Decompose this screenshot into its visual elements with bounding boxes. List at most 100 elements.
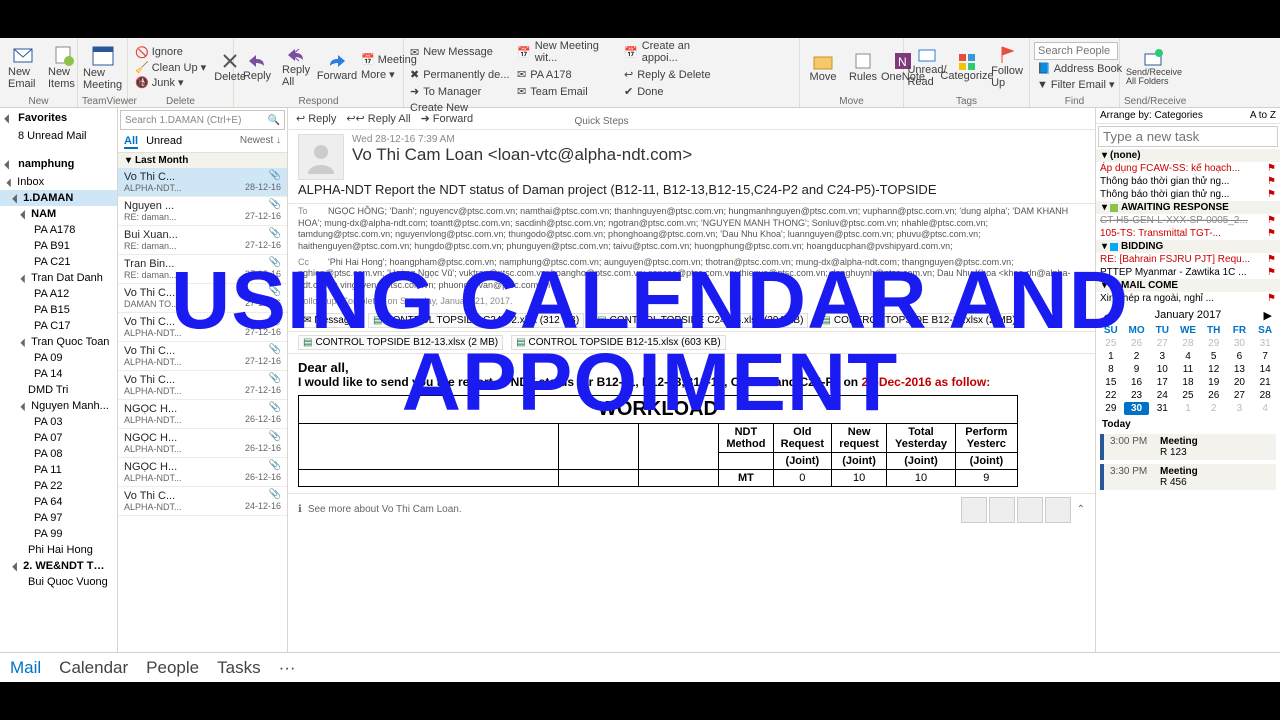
new-email-button[interactable]: New Email [4, 42, 42, 92]
quick-step-item[interactable]: ✖Permanently de... [408, 67, 513, 82]
search-people-input[interactable] [1034, 42, 1118, 60]
task-item[interactable]: Áp dụng FCAW-SS: kế hoạch...⚑ [1096, 162, 1280, 175]
rules-button[interactable]: Rules [844, 49, 882, 85]
task-item[interactable]: CT-H5-GEN-L-XXX-SP-0005_2...⚑ [1096, 214, 1280, 227]
followup-button[interactable]: Follow Up [988, 43, 1026, 91]
move-button[interactable]: Move [804, 49, 842, 85]
forward-button[interactable]: Forward [318, 50, 356, 84]
flag-icon[interactable]: ⚑ [1267, 215, 1276, 226]
filter-email-button[interactable]: ▼Filter Email ▾ [1034, 77, 1125, 92]
unread-read-button[interactable]: Unread/ Read [908, 44, 946, 90]
task-item[interactable]: Xin phép ra ngoài, nghỉ ...⚑ [1096, 292, 1280, 305]
folder-item[interactable]: PA 99 [0, 526, 117, 542]
quick-step-item[interactable]: 📅Create an appoi... [622, 39, 727, 65]
task-group-awaiting[interactable]: AWAITING RESPONSE [1121, 202, 1229, 213]
flag-icon[interactable]: ⚑ [1267, 293, 1276, 304]
folder-wendt[interactable]: 2. WE&NDT TEAM [0, 558, 117, 574]
folder-1daman[interactable]: 1.DAMAN [0, 190, 117, 206]
folder-item[interactable]: PA C21 [0, 254, 117, 270]
expand-icon[interactable]: ⌃ [1077, 504, 1085, 515]
reply-link[interactable]: ↩Reply [296, 112, 336, 125]
forward-link[interactable]: ➜Forward [421, 112, 474, 125]
tab-unread[interactable]: Unread [146, 135, 182, 149]
tab-all[interactable]: All [124, 135, 138, 149]
nav-people[interactable]: People [146, 658, 199, 678]
task-item[interactable]: Thông báo thời gian thử ng...⚑ [1096, 175, 1280, 188]
reply-button[interactable]: Reply [238, 50, 276, 84]
folder-item[interactable]: PA 64 [0, 494, 117, 510]
message-list-item[interactable]: Vo Thi C...DAMAN TO...27-12-16📎 [118, 284, 287, 313]
ignore-button[interactable]: 🚫Ignore [132, 45, 209, 60]
folder-item[interactable]: PA A178 [0, 222, 117, 238]
message-list-item[interactable]: NGỌC H...ALPHA-NDT...26-12-16📎 [118, 400, 287, 429]
send-receive-button[interactable]: Send/Receive All Folders [1124, 46, 1184, 88]
folder-item[interactable]: PA C17 [0, 318, 117, 334]
attachment-message[interactable]: ✉Message [298, 313, 360, 328]
flag-icon[interactable]: ⚑ [1267, 189, 1276, 200]
nav-mail[interactable]: Mail [10, 658, 41, 678]
attachment-item[interactable]: ▤CONTROL TOPSIDE C24-P5.xlsx (294 KB) [592, 313, 808, 328]
message-list-item[interactable]: Bui Xuan...RE: daman...27-12-16📎 [118, 226, 287, 255]
message-list-item[interactable]: NGỌC H...ALPHA-NDT...26-12-16📎 [118, 458, 287, 487]
message-list-item[interactable]: Vo Thi C...ALPHA-NDT...24-12-16📎 [118, 487, 287, 516]
message-list-item[interactable]: Vo Thi C...ALPHA-NDT...28-12-16📎 [118, 168, 287, 197]
task-group-mailcome[interactable]: MAIL COME [1121, 280, 1178, 291]
quick-step-item[interactable]: ✉New Message [408, 45, 513, 60]
task-group-bidding[interactable]: BIDDING [1121, 241, 1163, 252]
folder-item[interactable]: PA 14 [0, 366, 117, 382]
message-list-item[interactable]: NGỌC H...ALPHA-NDT...26-12-16📎 [118, 429, 287, 458]
flag-icon[interactable]: ⚑ [1267, 254, 1276, 265]
message-list-item[interactable]: Vo Thi C...ALPHA-NDT...27-12-16📎 [118, 313, 287, 342]
flag-icon[interactable]: ⚑ [1267, 228, 1276, 239]
appointment-item[interactable]: 3:00 PMMeetingR 123 [1100, 434, 1276, 460]
folder-item[interactable]: PA B91 [0, 238, 117, 254]
message-list-item[interactable]: Vo Thi C...ALPHA-NDT...27-12-16📎 [118, 371, 287, 400]
folder-tranquoctoan[interactable]: Tran Quoc Toan [0, 334, 117, 350]
nav-more[interactable]: ··· [279, 658, 296, 678]
account-root[interactable]: namphung [0, 154, 117, 174]
arrange-by[interactable]: Arrange by: Categories [1100, 110, 1203, 121]
folder-dmdtri[interactable]: DMD Tri [0, 382, 117, 398]
folder-item[interactable]: PA 09 [0, 350, 117, 366]
task-item[interactable]: Thông báo thời gian thử ng...⚑ [1096, 188, 1280, 201]
attachment-item[interactable]: ▤CONTROL TOPSIDE C24-P2.xlsx (312 KB) [368, 313, 584, 328]
reply-all-button[interactable]: Reply All [278, 44, 316, 90]
quick-step-item[interactable]: ✉Team Email [515, 84, 620, 99]
cal-next-button[interactable]: ▶ [1264, 309, 1272, 322]
date-group-header[interactable]: ▾Last Month [118, 153, 287, 168]
sort-order[interactable]: A to Z [1250, 110, 1276, 121]
folder-item[interactable]: PA 08 [0, 446, 117, 462]
folder-trandatdanh[interactable]: Tran Dat Danh [0, 270, 117, 286]
quick-step-item[interactable]: ✉PA A178 [515, 67, 620, 82]
folder-item[interactable]: PA 07 [0, 430, 117, 446]
people-pane-info[interactable]: See more about Vo Thi Cam Loan. [308, 504, 462, 515]
attachment-item[interactable]: ▤CONTROL TOPSIDE B12-13.xlsx (2 MB) [298, 335, 503, 350]
task-item[interactable]: PTTEP Myanmar - Zawtika 1C ...⚑ [1096, 266, 1280, 279]
cleanup-button[interactable]: 🧹Clean Up ▾ [132, 60, 209, 75]
message-list-item[interactable]: Nguyen ...RE: daman...27-12-16📎 [118, 197, 287, 226]
quick-steps-gallery[interactable]: ✉New Message 📅New Meeting wit... 📅Create… [408, 39, 795, 115]
folder-buiquocvuong[interactable]: Bui Quoc Vuong [0, 574, 117, 590]
flag-icon[interactable]: ⚑ [1267, 267, 1276, 278]
unread-mail-folder[interactable]: 8 Unread Mail [0, 128, 117, 144]
folder-phihaihong[interactable]: Phi Hai Hong [0, 542, 117, 558]
nav-tasks[interactable]: Tasks [217, 658, 260, 678]
categorize-button[interactable]: Categorize [948, 50, 986, 84]
folder-item[interactable]: PA A12 [0, 286, 117, 302]
flag-icon[interactable]: ⚑ [1267, 163, 1276, 174]
cal-prev-button[interactable]: ◀ [1104, 309, 1112, 322]
new-meeting-button[interactable]: New Meeting [82, 41, 123, 93]
appointment-item[interactable]: 3:30 PMMeetingR 456 [1100, 464, 1276, 490]
folder-nguyenmanh[interactable]: Nguyen Manh... [0, 398, 117, 414]
address-book-button[interactable]: 📘Address Book [1034, 61, 1125, 76]
folder-item[interactable]: PA 97 [0, 510, 117, 526]
favorites-header[interactable]: Favorites [0, 108, 117, 128]
attachment-item[interactable]: ▤CONTROL TOPSIDE B12-15.xlsx (603 KB) [511, 335, 726, 350]
inbox-folder[interactable]: Inbox [0, 174, 117, 190]
task-item[interactable]: RE: [Bahrain FSJRU PJT] Requ...⚑ [1096, 253, 1280, 266]
quick-step-item[interactable]: ➜To Manager [408, 84, 513, 99]
folder-item[interactable]: PA 22 [0, 478, 117, 494]
new-task-input[interactable] [1098, 126, 1278, 147]
nav-calendar[interactable]: Calendar [59, 658, 128, 678]
message-list-item[interactable]: Tran Bin...RE: daman...27-12-16📎 [118, 255, 287, 284]
